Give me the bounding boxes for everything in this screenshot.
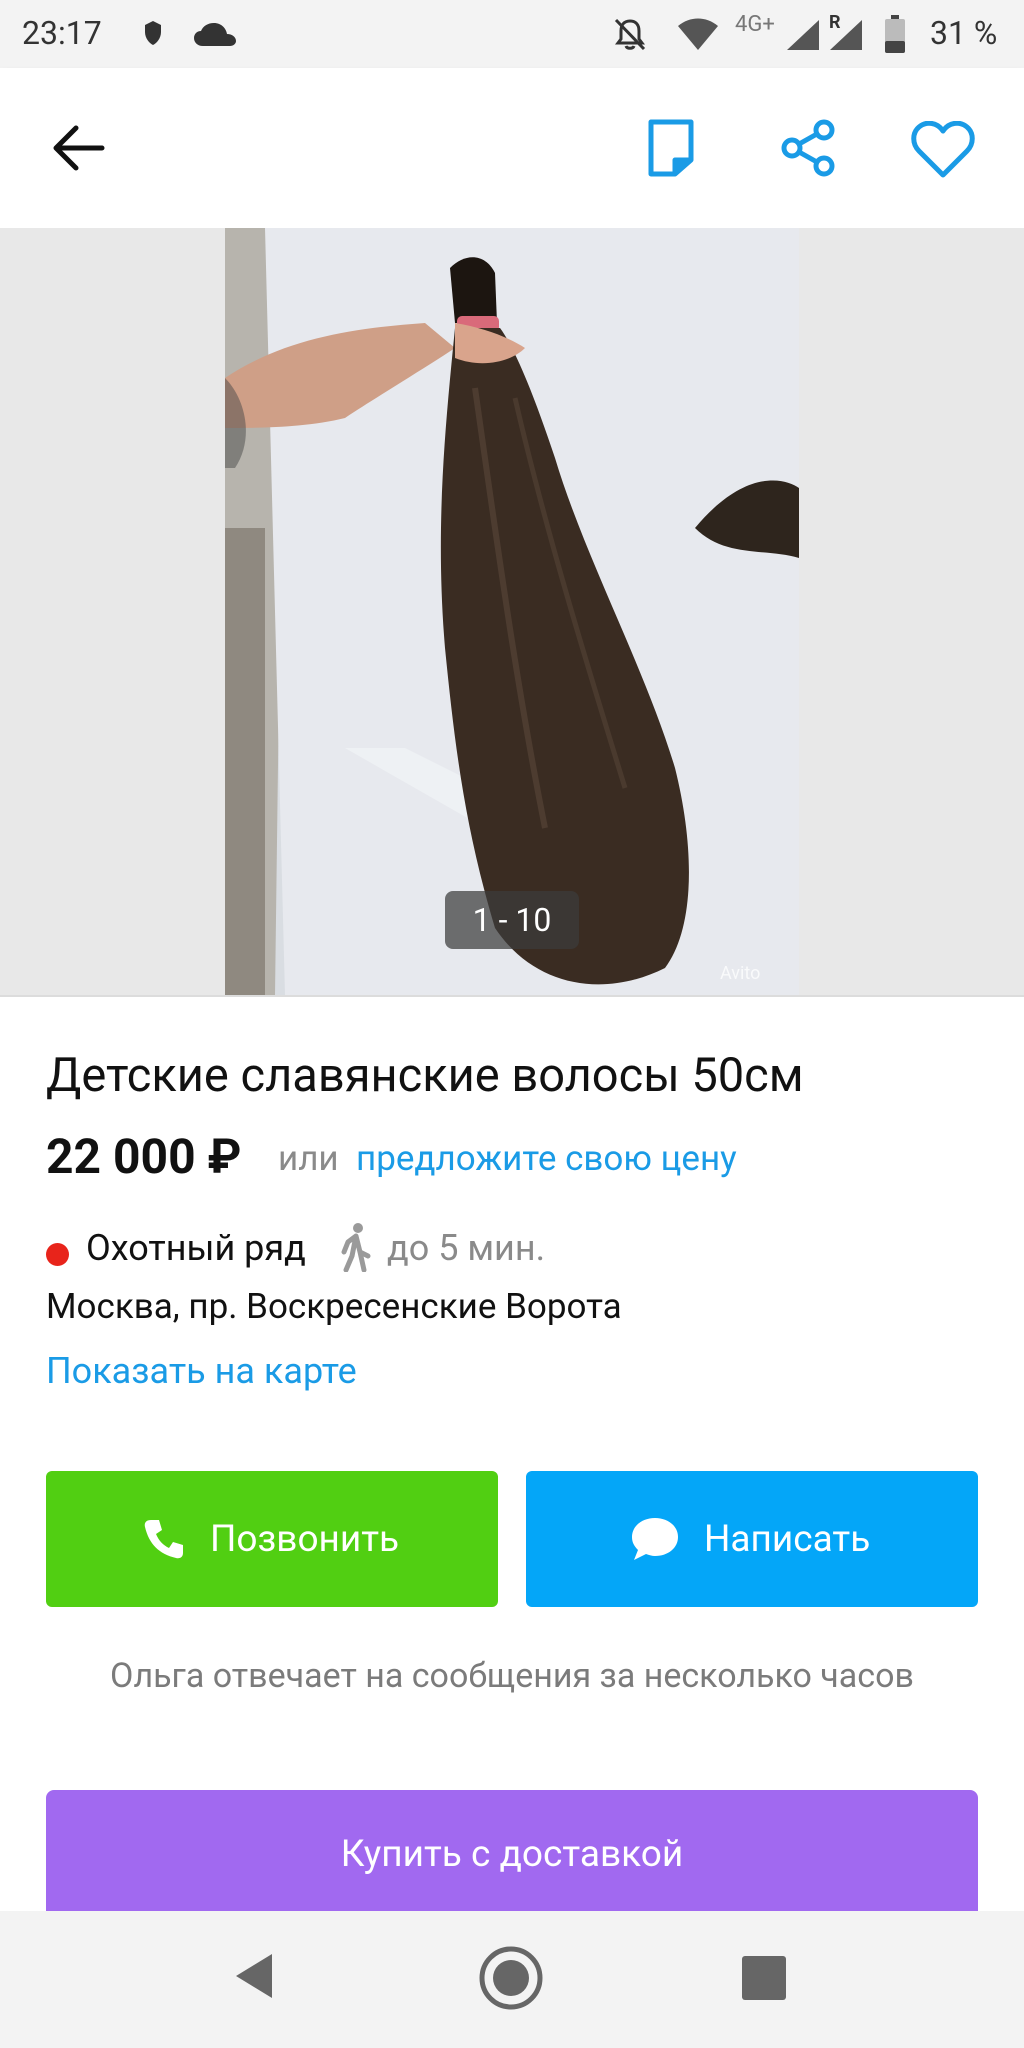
home-circle-icon	[479, 1946, 543, 2010]
metro-station: Охотный ряд	[86, 1227, 306, 1269]
signal-icon	[787, 20, 819, 50]
system-nav-bar	[0, 1911, 1024, 2048]
cloud-icon	[194, 23, 236, 46]
signal-roaming-icon	[830, 20, 862, 50]
recents-square-icon	[742, 1956, 786, 2000]
call-button-label: Позвонить	[210, 1517, 400, 1561]
avito-watermark: Avito	[720, 963, 761, 984]
nav-home-button[interactable]	[478, 1945, 544, 2015]
photo-counter: 1 - 10	[445, 891, 579, 949]
battery-percent: 31 %	[930, 14, 998, 52]
app-bar	[0, 68, 1024, 228]
back-triangle-icon	[236, 1954, 272, 1998]
photo-gallery[interactable]: 1 - 10 Avito	[0, 228, 1024, 997]
back-arrow-icon	[53, 125, 105, 171]
walk-icon	[341, 1223, 371, 1272]
status-time: 23:17	[22, 14, 102, 52]
call-button[interactable]: Позвонить	[46, 1471, 498, 1607]
share-button[interactable]	[778, 118, 838, 182]
note-icon	[648, 119, 694, 177]
listing-price: 22 000 ₽	[46, 1128, 242, 1185]
status-bar: 23:17 4G+ R 31 %	[0, 0, 1024, 68]
hair-photo-image	[225, 228, 799, 995]
seller-reply-note: Ольга отвечает на сообщения за несколько…	[110, 1656, 914, 1696]
favorite-button[interactable]	[911, 120, 975, 183]
message-button-label: Написать	[704, 1517, 871, 1561]
listing-photo[interactable]	[225, 228, 799, 995]
buy-with-delivery-button[interactable]: Купить с доставкой	[46, 1790, 978, 1920]
offer-price-link[interactable]: предложите свою цену	[356, 1138, 737, 1179]
chat-bubble-icon	[632, 1518, 678, 1560]
back-button[interactable]	[48, 123, 108, 177]
wifi-icon	[678, 18, 718, 50]
notifications-off-icon	[614, 18, 646, 51]
heart-icon	[911, 120, 975, 178]
walk-time: до 5 мин.	[387, 1227, 546, 1269]
listing-title: Детские славянские волосы 50см	[46, 1048, 804, 1103]
shield-icon	[145, 21, 161, 45]
note-button[interactable]	[645, 118, 697, 182]
nav-back-button[interactable]	[232, 1951, 276, 2005]
metro-line-dot	[46, 1243, 69, 1266]
network-type: 4G+	[735, 12, 775, 37]
show-on-map-link[interactable]: Показать на карте	[46, 1350, 357, 1392]
phone-icon	[144, 1520, 183, 1559]
or-label: или	[278, 1138, 339, 1179]
battery-icon	[885, 15, 905, 53]
share-icon	[781, 119, 835, 177]
message-button[interactable]: Написать	[526, 1471, 978, 1607]
listing-address: Москва, пр. Воскресенские Ворота	[46, 1286, 622, 1327]
nav-recents-button[interactable]	[742, 1956, 786, 2004]
